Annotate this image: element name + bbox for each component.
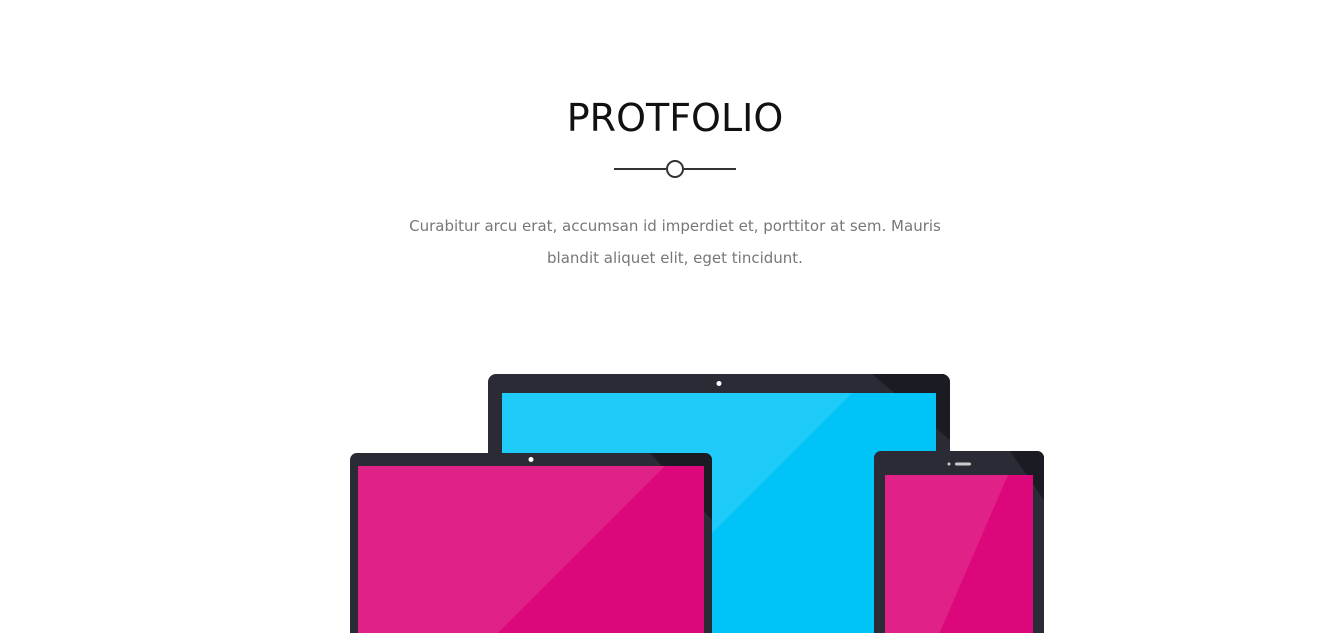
tablet-camera-icon: [528, 457, 534, 462]
laptop-frame-shade: [872, 374, 950, 440]
tablet-device: [350, 453, 712, 633]
phone-screen-glare: [885, 475, 1008, 633]
laptop-camera-icon: [716, 381, 722, 386]
phone-frame-shade: [1010, 451, 1044, 500]
tablet-frame-shade: [650, 453, 712, 520]
phone-speaker-icon: [955, 462, 971, 466]
tablet-screen: [358, 466, 704, 633]
phone-screen: [885, 475, 1033, 633]
title-divider: [614, 158, 736, 180]
portfolio-section: PROTFOLIO Curabitur arcu erat, accumsan …: [0, 0, 1342, 633]
section-title: PROTFOLIO: [566, 96, 784, 140]
divider-line-left: [614, 168, 666, 170]
tablet-frame: [350, 453, 712, 633]
laptop-screen-glare: [502, 393, 852, 633]
phone-frame: [874, 451, 1044, 633]
divider-circle-icon: [666, 160, 684, 178]
section-description: Curabitur arcu erat, accumsan id imperdi…: [409, 217, 941, 267]
phone-camera-icon: [947, 462, 951, 466]
laptop-frame: [488, 374, 950, 633]
phone-device: [874, 451, 1044, 633]
divider-line-right: [684, 168, 736, 170]
laptop-screen: [502, 393, 936, 633]
tablet-screen-glare: [358, 466, 665, 633]
laptop-device: [488, 374, 950, 633]
